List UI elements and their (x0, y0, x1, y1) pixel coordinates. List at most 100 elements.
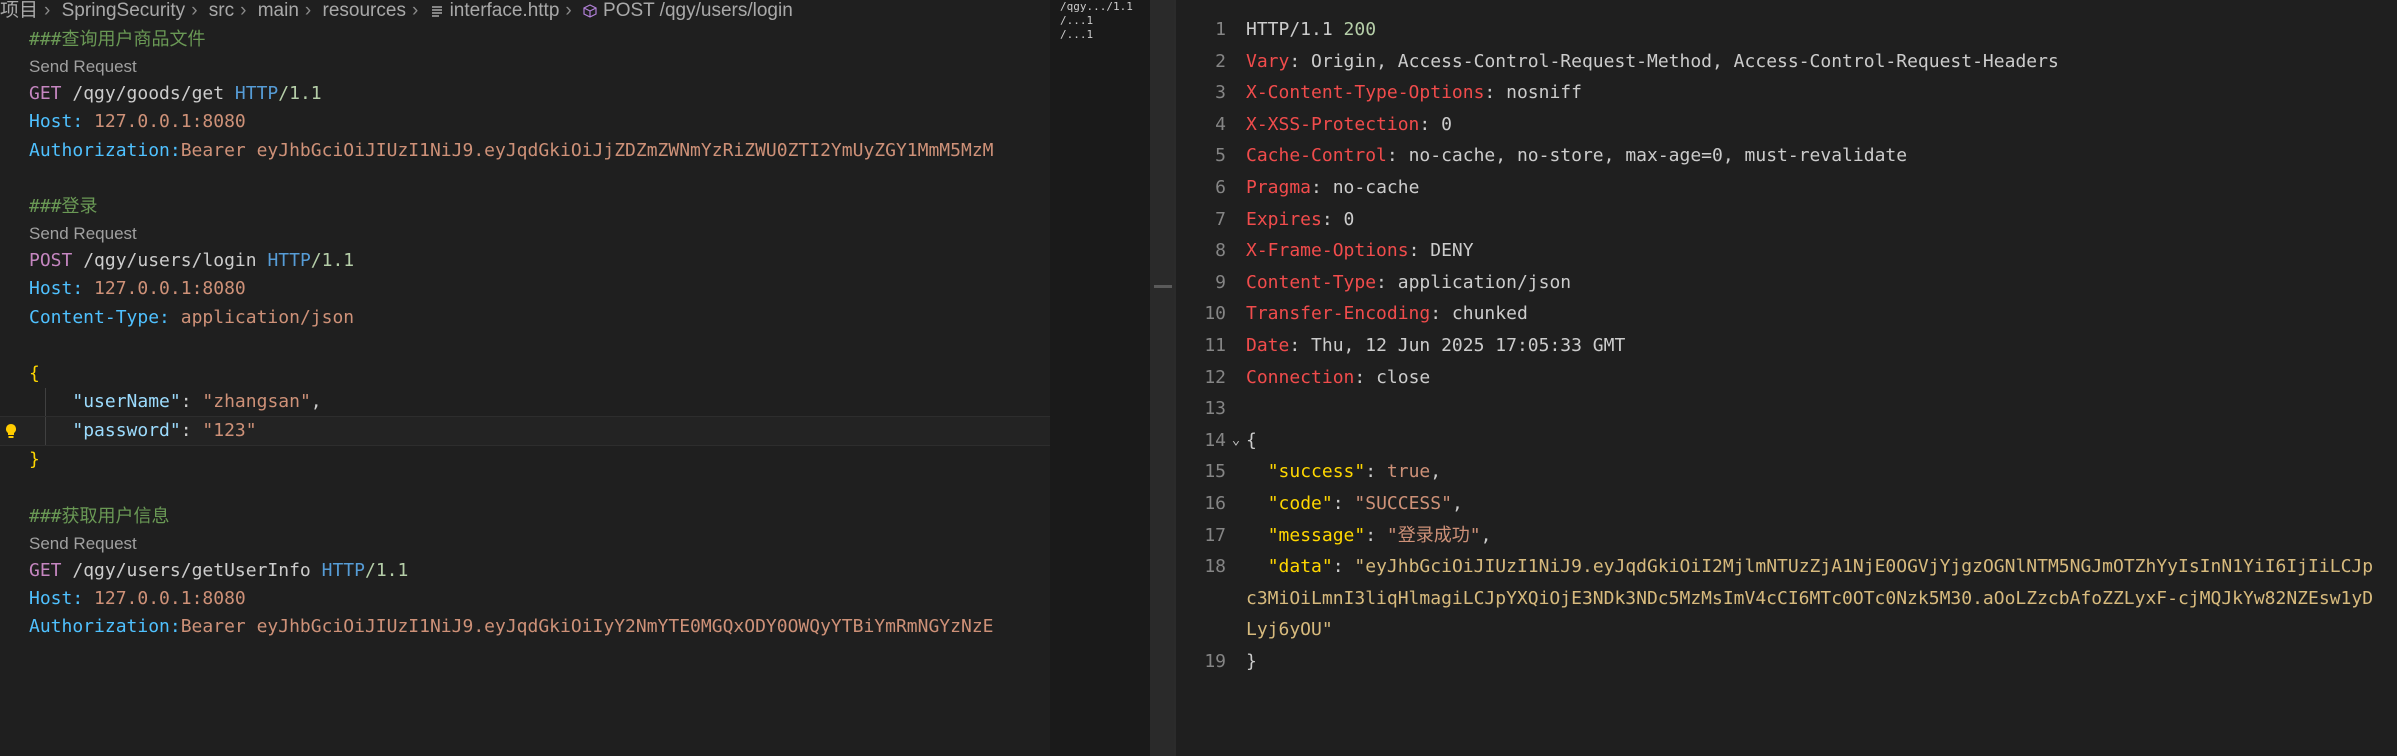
json-key: "userName" (72, 391, 181, 413)
fold-gutter (1226, 14, 1246, 46)
http-version: /1.1 (310, 250, 355, 272)
chevron-right-icon: › (44, 0, 51, 21)
response-pane[interactable]: 1 HTTP/1.1 200 2 Vary: Origin, Access-Contr… (1176, 0, 2397, 756)
response-header-value: DENY (1430, 240, 1474, 262)
line-number: 13 (1204, 398, 1226, 420)
response-header-name: Transfer-Encoding (1246, 303, 1431, 325)
request-line: GET /qgy/goods/get HTTP/1.1 (29, 80, 1050, 108)
fold-gutter (1226, 140, 1246, 172)
chevron-right-icon: › (565, 0, 572, 21)
breadcrumb-springsecurity[interactable]: SpringSecurity (62, 0, 186, 21)
line-number: 16 (1204, 492, 1226, 514)
line-number: 9 (1215, 271, 1226, 293)
header-name: Content-Type: (29, 306, 170, 328)
line-text: HTTP/1.1 200 (1246, 14, 1376, 46)
fold-gutter (1226, 46, 1246, 78)
fold-gutter (1226, 235, 1246, 267)
status-code: 200 (1343, 19, 1377, 40)
breadcrumb-project[interactable]: 项目 (0, 0, 38, 21)
fold-gutter (1226, 298, 1246, 330)
line-text: "data": "eyJhbGciOiJIUzI1NiJ9.eyJqdGkiOi… (1246, 556, 2374, 641)
fold-gutter (1226, 109, 1246, 141)
response-header-value: close (1376, 366, 1431, 388)
send-request-link[interactable]: Send Request (29, 221, 1050, 247)
json-value: "zhangsan" (202, 391, 311, 413)
response-header-value: Origin, Access-Control-Request-Method, A… (1311, 50, 2059, 72)
response-code: 1 HTTP/1.1 200 2 Vary: Origin, Access-Contr… (1176, 14, 2397, 677)
json-line: "userName": "zhangsan", (29, 388, 1050, 417)
response-line: 3 X-Content-Type-Options: nosniff (1176, 77, 2397, 109)
response-header-name: Date (1246, 334, 1290, 356)
line-text: Connection: close (1246, 366, 1431, 388)
request-comment: ###查询用户商品文件 (29, 29, 206, 50)
fold-gutter (1226, 330, 1246, 362)
fold-gutter (1226, 393, 1246, 425)
response-header-name: Pragma (1246, 176, 1312, 198)
response-line: 4 X-XSS-Protection: 0 (1176, 109, 2397, 141)
breadcrumb: 项目 › SpringSecurity › src › main › resources… (0, 0, 1050, 22)
line-number: 18 (1204, 556, 1226, 578)
line-text: "success": true, (1267, 461, 1442, 483)
breadcrumb-resources[interactable]: resources (323, 0, 406, 21)
header-value: application/json (180, 306, 355, 328)
response-header-name: Expires (1246, 208, 1322, 230)
json-key: "data" (1267, 556, 1333, 578)
fold-gutter (1226, 204, 1246, 236)
response-line: 19} (1176, 646, 2397, 678)
header-value: Bearer eyJhbGciOiJIUzI1NiJ9.eyJqdGkiOiJj… (180, 139, 994, 161)
request-path: /qgy/users/login (83, 250, 257, 272)
fold-gutter (1226, 520, 1246, 552)
request-comment: ###登录 (29, 195, 98, 217)
response-line: 1 HTTP/1.1 200 (1176, 14, 2397, 46)
line-text: "code": "SUCCESS", (1267, 492, 1463, 514)
line-number: 7 (1215, 208, 1226, 230)
line-number: 10 (1204, 303, 1226, 325)
fold-gutter (1226, 488, 1246, 520)
line-number: 11 (1204, 334, 1226, 356)
line-number: 12 (1204, 366, 1226, 388)
editor-code[interactable]: ###查询用户商品文件 Send Request GET /qgy/goods/… (0, 26, 1050, 642)
status-protocol: HTTP/1.1 (1246, 19, 1333, 40)
http-protocol: HTTP (234, 83, 279, 105)
response-line: 2 Vary: Origin, Access-Control-Request-Me… (1176, 46, 2397, 78)
http-protocol: HTTP (267, 250, 311, 272)
line-text: Transfer-Encoding: chunked (1246, 303, 1528, 325)
request-line: POST /qgy/users/login HTTP/1.1 (29, 247, 1050, 275)
send-request-link[interactable]: Send Request (29, 54, 1050, 80)
editor-scrollbar[interactable] (1150, 0, 1174, 756)
response-line: 7 Expires: 0 (1176, 204, 2397, 236)
line-number: 8 (1215, 240, 1226, 262)
line-number: 17 (1204, 524, 1226, 546)
fold-gutter (1226, 172, 1246, 204)
response-line: 10 Transfer-Encoding: chunked (1176, 298, 2397, 330)
header-name: Authorization: (29, 139, 181, 161)
line-text: Pragma: no-cache (1246, 176, 1420, 198)
breadcrumb-src[interactable]: src (209, 0, 234, 21)
breadcrumb-file[interactable]: interface.http (450, 0, 560, 21)
line-text: X-Frame-Options: DENY (1246, 240, 1474, 262)
response-line: 14 ⌄{ (1176, 425, 2397, 457)
breadcrumb-symbol[interactable]: POST /qgy/users/login (603, 0, 793, 21)
chevron-down-icon[interactable]: ⌄ (1226, 425, 1246, 457)
chevron-right-icon: › (191, 0, 198, 21)
response-line: 18 "data": "eyJhbGciOiJIUzI1NiJ9.eyJqdGk… (1176, 551, 2397, 646)
http-protocol: HTTP (321, 560, 365, 581)
request-path: /qgy/users/getUserInfo (72, 560, 311, 581)
fold-gutter (1226, 267, 1246, 299)
response-header-value: application/json (1397, 271, 1572, 293)
json-line-current: "password": "123" (0, 416, 1050, 447)
minimap[interactable]: /qgy.../1.1 /...1 /...1 (1050, 0, 1150, 756)
header-line: Content-Type: application/json (29, 304, 1050, 332)
header-line: Host: 127.0.0.1:8080 (29, 275, 1050, 303)
lightbulb-icon[interactable] (4, 423, 18, 439)
header-name: Host: (29, 588, 84, 610)
scrollbar-marker (1154, 285, 1172, 288)
cube-icon (583, 4, 597, 18)
request-editor[interactable]: 项目 › SpringSecurity › src › main › resources… (0, 0, 1050, 756)
chevron-right-icon: › (411, 0, 419, 21)
fold-gutter (1226, 551, 1246, 646)
send-request-link[interactable]: Send Request (29, 531, 1050, 557)
header-line: Authorization:Bearer eyJhbGciOiJIUzI1NiJ… (29, 137, 1050, 165)
breadcrumb-main[interactable]: main (258, 0, 299, 21)
